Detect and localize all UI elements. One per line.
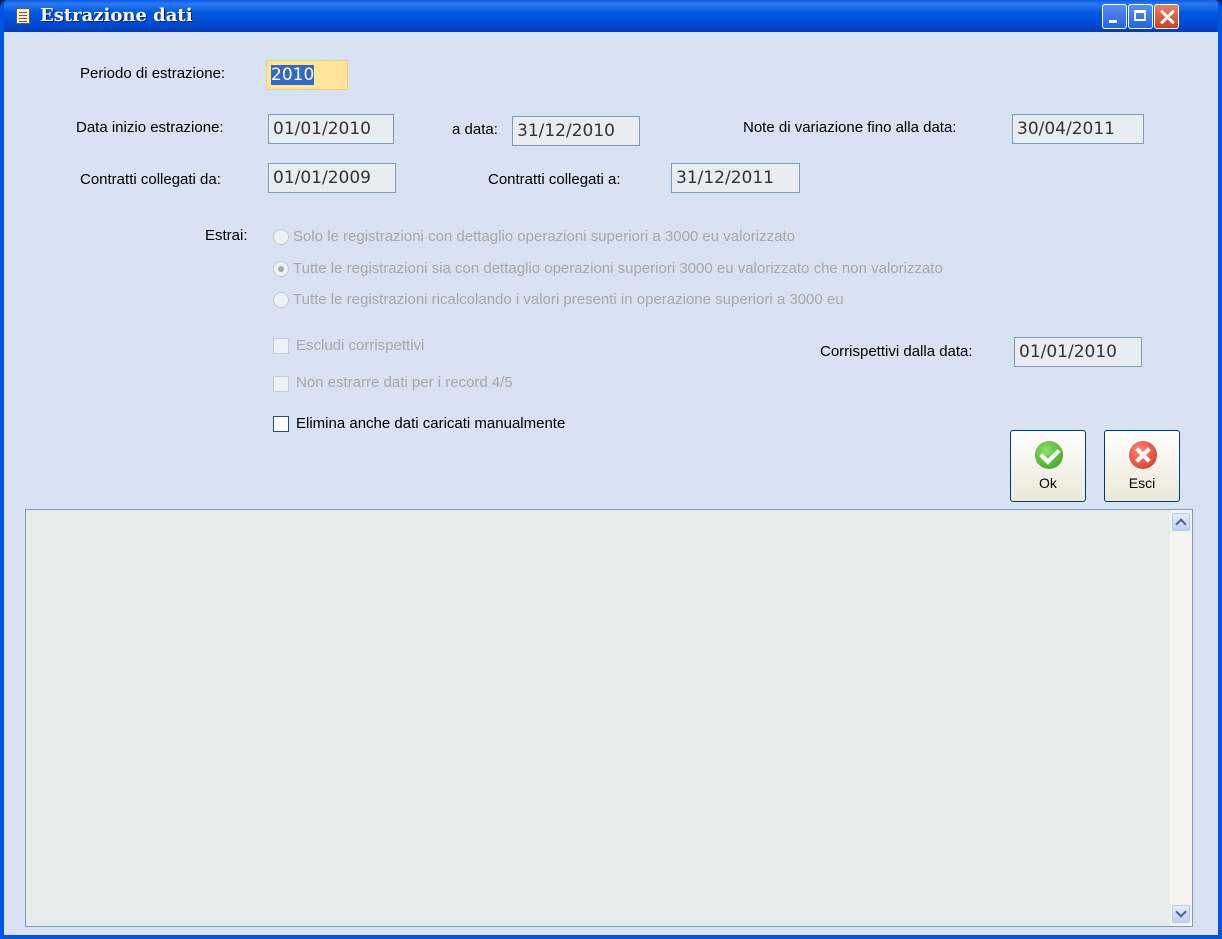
close-x-icon bbox=[1129, 441, 1157, 469]
esci-button[interactable]: Esci bbox=[1104, 430, 1180, 502]
title-bar[interactable]: Estrazione dati bbox=[4, 0, 1218, 32]
minimize-button[interactable] bbox=[1102, 4, 1127, 29]
non-estrarre-label: Non estrarre dati per i record 4/5 bbox=[296, 374, 513, 391]
estrai-option-2-label: Tutte le registrazioni sia con dettaglio… bbox=[293, 260, 943, 277]
contratti-a-label: Contratti collegati a: bbox=[488, 171, 621, 188]
scroll-up-button[interactable] bbox=[1172, 513, 1190, 531]
estrai-option-2-radio[interactable] bbox=[273, 261, 289, 277]
estrai-option-3-radio[interactable] bbox=[273, 292, 289, 308]
maximize-button[interactable] bbox=[1128, 4, 1153, 29]
document-icon bbox=[16, 8, 30, 24]
log-area[interactable] bbox=[25, 509, 1193, 927]
vertical-scrollbar[interactable] bbox=[1170, 510, 1192, 926]
estrai-label: Estrai: bbox=[205, 227, 248, 244]
periodo-value: 2010 bbox=[271, 65, 315, 85]
scroll-down-button[interactable] bbox=[1172, 905, 1190, 923]
estrazione-dati-window: Estrazione dati Periodo di estrazione: 2… bbox=[0, 0, 1222, 939]
window-title: Estrazione dati bbox=[40, 5, 193, 26]
note-variazione-label: Note di variazione fino alla data: bbox=[743, 119, 957, 136]
estrai-option-1-label: Solo le registrazioni con dettaglio oper… bbox=[293, 228, 795, 245]
contratti-da-label: Contratti collegati da: bbox=[80, 171, 221, 188]
elimina-manuali-label: Elimina anche dati caricati manualmente bbox=[296, 415, 566, 432]
periodo-label: Periodo di estrazione: bbox=[80, 65, 226, 82]
estrai-option-1-radio[interactable] bbox=[273, 229, 289, 245]
a-data-field[interactable]: 31/12/2010 bbox=[512, 116, 640, 146]
esci-button-label: Esci bbox=[1128, 475, 1156, 491]
periodo-field[interactable]: 2010 bbox=[266, 60, 348, 90]
note-variazione-field[interactable]: 30/04/2011 bbox=[1012, 114, 1144, 144]
corrispettivi-data-label: Corrispettivi dalla data: bbox=[820, 343, 973, 360]
ok-button-label: Ok bbox=[1039, 475, 1057, 491]
corrispettivi-data-field[interactable]: 01/01/2010 bbox=[1014, 337, 1142, 367]
ok-button[interactable]: Ok bbox=[1010, 430, 1086, 502]
escludi-corrispettivi-checkbox[interactable] bbox=[273, 338, 289, 354]
non-estrarre-checkbox[interactable] bbox=[273, 376, 289, 392]
data-inizio-field[interactable]: 01/01/2010 bbox=[268, 114, 394, 144]
checkmark-icon bbox=[1035, 441, 1063, 469]
contratti-a-field[interactable]: 31/12/2011 bbox=[671, 163, 800, 193]
escludi-corrispettivi-label: Escludi corrispettivi bbox=[296, 337, 425, 354]
estrai-option-3-label: Tutte le registrazioni ricalcolando i va… bbox=[293, 291, 844, 308]
elimina-manuali-checkbox[interactable] bbox=[273, 416, 289, 432]
close-button[interactable] bbox=[1154, 4, 1179, 29]
data-inizio-label: Data inizio estrazione: bbox=[76, 119, 224, 136]
a-data-label: a data: bbox=[452, 121, 498, 138]
contratti-da-field[interactable]: 01/01/2009 bbox=[268, 163, 396, 193]
